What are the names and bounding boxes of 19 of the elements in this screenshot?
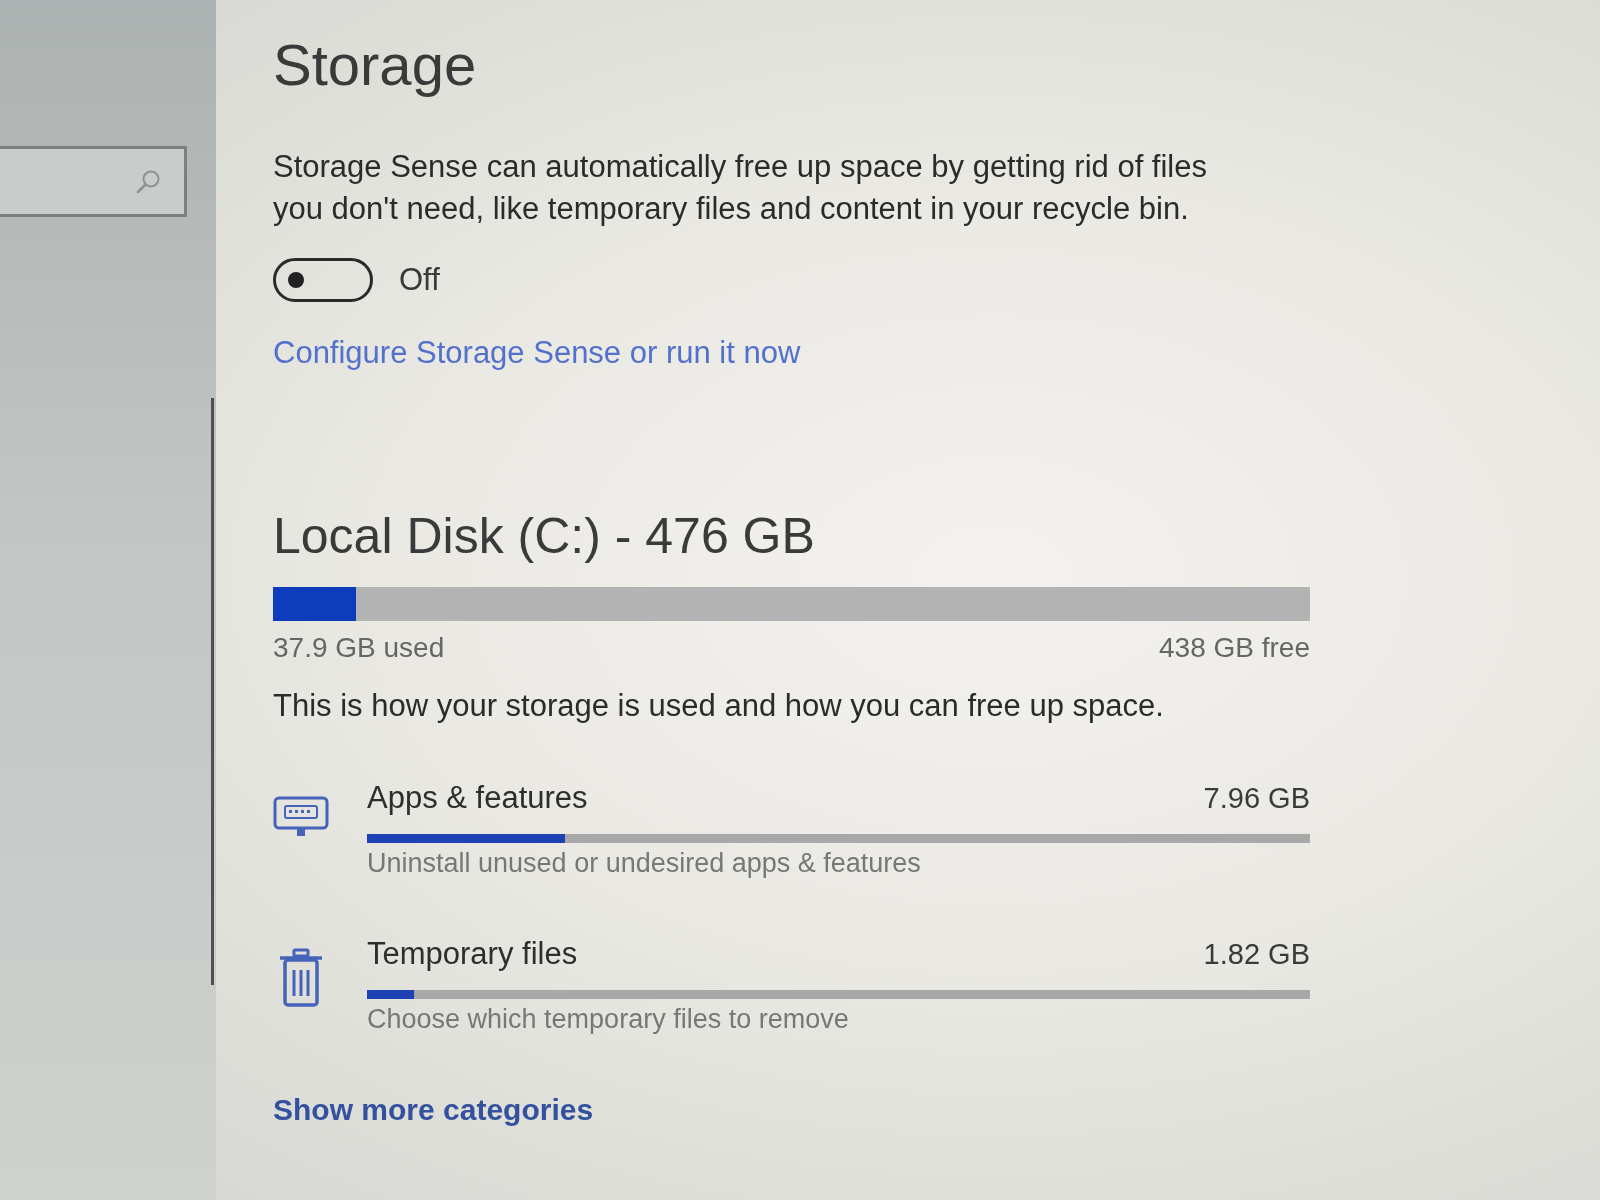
- category-description: Choose which temporary files to remove: [367, 1003, 850, 1035]
- configure-link[interactable]: Configure Storage Sense or run it now: [273, 335, 801, 370]
- category-title[interactable]: Temporary files: [367, 935, 578, 973]
- category-title[interactable]: Apps & features: [367, 779, 588, 817]
- storage-usage-description: This is how your storage is used and how you can free up space.: [273, 687, 1164, 725]
- toggle-label: Off: [399, 262, 440, 298]
- search-field[interactable]: [0, 146, 187, 217]
- category-size: 7.96 GB: [1203, 781, 1310, 816]
- search-icon: [136, 168, 162, 195]
- free-space-text: 438 GB free: [1159, 631, 1310, 665]
- category-size: 1.82 GB: [1203, 937, 1310, 972]
- page-title: Storage: [273, 31, 477, 99]
- toggle-switch[interactable]: [273, 258, 373, 302]
- trash-icon: [278, 948, 324, 1008]
- storage-sense-description: Storage Sense can automatically free up space by getting rid of files you don't need, like temporary files and content in your recycle bin.: [273, 148, 1208, 228]
- category-description: Uninstall unused or undesired apps & features: [367, 847, 922, 879]
- used-space-text: 37.9 GB used: [273, 631, 445, 665]
- disk-title: Local Disk (C:) - 476 GB: [273, 507, 815, 566]
- show-more-link[interactable]: Show more categories: [273, 1093, 594, 1126]
